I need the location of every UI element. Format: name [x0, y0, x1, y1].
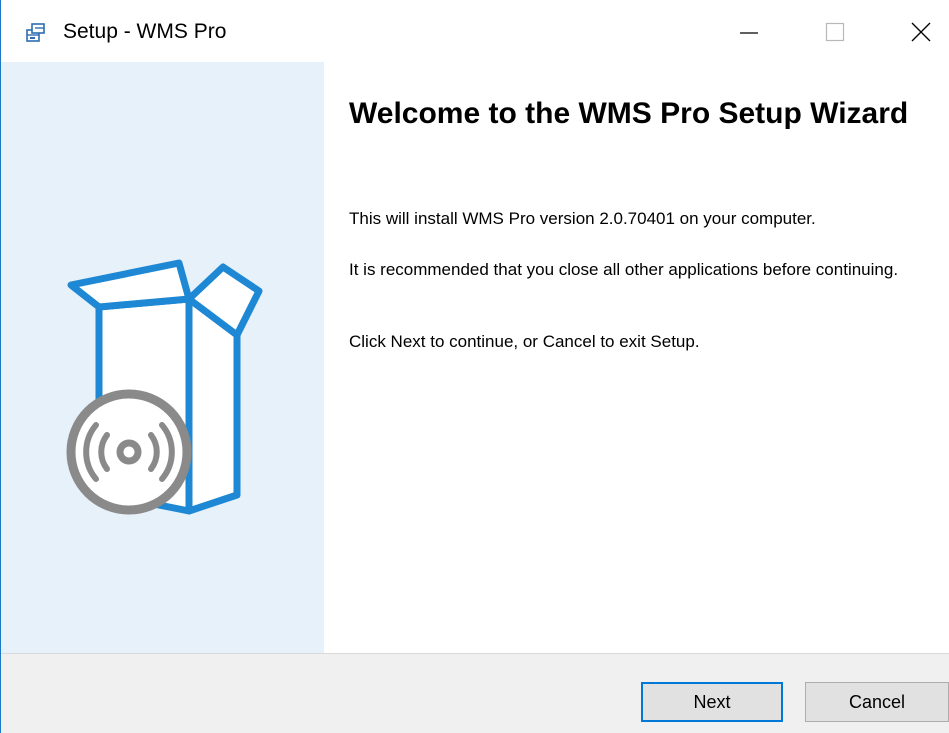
wizard-content: Welcome to the WMS Pro Setup Wizard This…: [324, 62, 949, 653]
close-icon: [911, 22, 931, 47]
cancel-button[interactable]: Cancel: [805, 682, 949, 722]
next-button[interactable]: Next: [641, 682, 783, 722]
setup-icon: [26, 22, 48, 44]
minimize-icon: [739, 22, 759, 47]
software-box-cd-icon: [61, 257, 271, 522]
maximize-button[interactable]: [807, 12, 863, 56]
page-title: Welcome to the WMS Pro Setup Wizard: [349, 97, 909, 130]
recommendation-text: It is recommended that you close all oth…: [349, 260, 899, 279]
maximize-icon: [825, 22, 845, 47]
title-bar[interactable]: Setup - WMS Pro: [1, 0, 949, 62]
wizard-sidebar: [1, 62, 324, 653]
minimize-button[interactable]: [721, 12, 777, 56]
instruction-text: Click Next to continue, or Cancel to exi…: [349, 332, 700, 351]
wizard-footer: Next Cancel: [1, 653, 949, 733]
install-info-text: This will install WMS Pro version 2.0.70…: [349, 209, 816, 228]
close-button[interactable]: [893, 12, 949, 56]
window-title: Setup - WMS Pro: [63, 20, 227, 43]
setup-window: Setup - WMS Pro Welcome to the WMS Pro S…: [0, 0, 949, 733]
